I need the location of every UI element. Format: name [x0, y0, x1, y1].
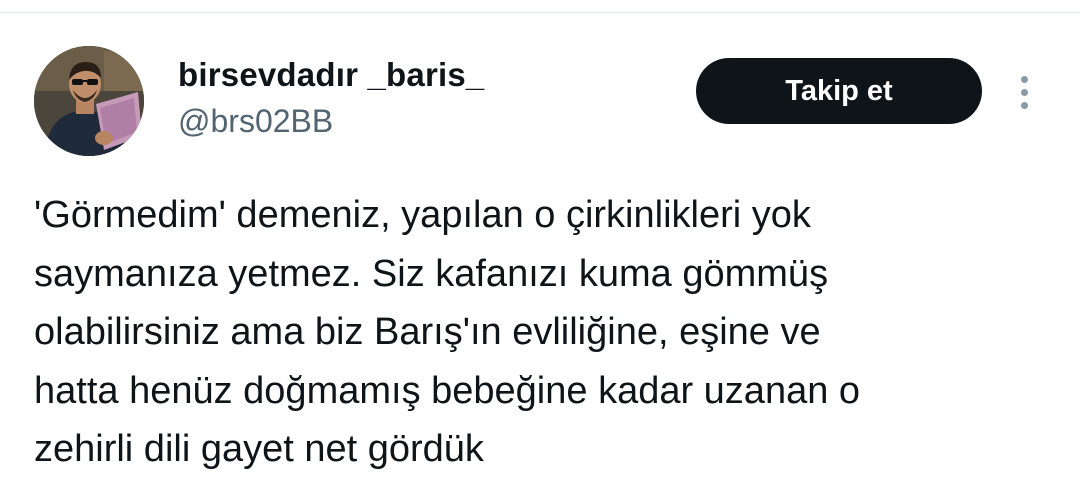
more-dot	[1020, 75, 1028, 83]
top-divider	[0, 12, 1080, 13]
tweet-text: 'Görmedim' demeniz, yapılan o çirkinlikl…	[34, 194, 861, 470]
follow-button[interactable]: Takip et	[696, 58, 982, 124]
more-dot	[1020, 88, 1028, 96]
user-handle[interactable]: @brs02BB	[178, 103, 333, 140]
display-name[interactable]: birsevdadır _baris_	[178, 56, 484, 94]
more-vertical-icon[interactable]	[1008, 70, 1040, 114]
more-dot	[1020, 101, 1028, 109]
avatar-photo	[34, 46, 144, 156]
avatar[interactable]	[34, 46, 144, 156]
